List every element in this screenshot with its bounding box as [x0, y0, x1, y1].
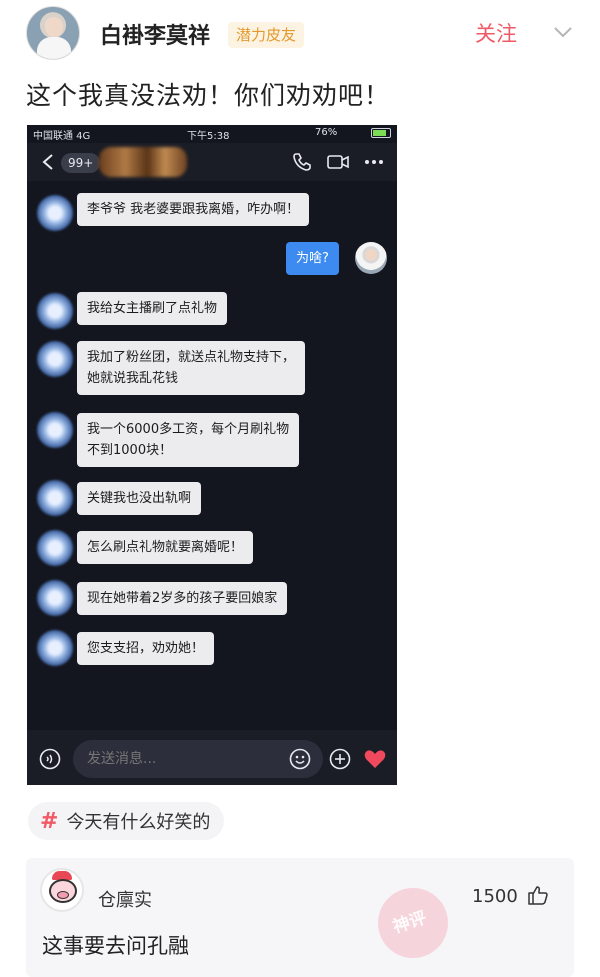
avatar-pig-snout: [57, 891, 69, 899]
message-bubble: 我一个6000多工资，每个月刷礼物 不到1000块！: [77, 413, 300, 467]
more-icon[interactable]: [364, 159, 384, 165]
plus-icon[interactable]: [329, 748, 351, 770]
back-icon[interactable]: [41, 153, 55, 171]
heart-icon[interactable]: [363, 748, 387, 770]
unread-badge: 99+: [61, 153, 101, 173]
post-text: 这个我真没法劝！你们劝劝吧！: [26, 81, 391, 110]
status-time: 下午5:38: [187, 131, 230, 142]
message-bubble: 我给女主播刷了点礼物: [77, 292, 228, 325]
hash-icon: #: [40, 808, 59, 834]
sender-avatar-blurred: [37, 293, 73, 329]
status-battery-text: 76%: [315, 127, 338, 138]
comment-text: 这事要去问孔融: [42, 934, 189, 958]
status-bar: 中国联通 4G 下午5:38 76%: [27, 125, 397, 142]
topic-tag[interactable]: # 今天有什么好笑的: [28, 802, 225, 840]
author-name[interactable]: 白褂李莫祥: [100, 18, 210, 50]
commenter-avatar[interactable]: [40, 868, 84, 912]
post-header: 白褂李莫祥 潜力皮友 关注: [0, 0, 600, 70]
sender-avatar-blurred: [37, 580, 73, 616]
avatar-body: [37, 37, 71, 59]
sender-avatar-blurred: [37, 530, 73, 566]
message-input[interactable]: [73, 740, 323, 778]
author-badge: 潜力皮友: [228, 22, 305, 48]
message-bubble: 我加了粉丝团，就送点礼物支持下， 她就说我乱花钱: [77, 341, 306, 395]
like-count: 1500: [472, 886, 518, 907]
phone-icon[interactable]: [293, 153, 311, 171]
sender-avatar-blurred: [37, 480, 73, 516]
sender-avatar-blurred: [37, 341, 73, 377]
topic-label: 今天有什么好笑的: [66, 812, 211, 833]
follow-button[interactable]: 关注: [475, 18, 517, 48]
emoji-icon[interactable]: [289, 748, 311, 770]
thumbs-up-icon[interactable]: [527, 884, 549, 906]
sender-avatar-blurred: [37, 195, 73, 231]
battery-icon: [371, 128, 391, 138]
message-bubble: 李爷爷 我老婆要跟我离婚，咋办啊！: [77, 193, 310, 226]
message-bubble: 关键我也没出轨啊: [77, 482, 202, 515]
avatar-face: [45, 17, 63, 37]
commenter-name[interactable]: 仓廪实: [98, 886, 152, 912]
sender-avatar-blurred: [37, 630, 73, 666]
video-icon[interactable]: [327, 154, 349, 170]
message-bubble: 您支支招，劝劝她！: [77, 632, 215, 665]
chat-input-bar: [27, 730, 397, 785]
contact-avatar-blurred: [99, 147, 187, 177]
top-comment-card[interactable]: 神评 仓廪实 1500 这事要去问孔融: [26, 858, 574, 977]
status-carrier: 中国联通 4G: [33, 131, 91, 142]
author-avatar[interactable]: [26, 6, 80, 60]
chat-top-bar: 99+: [27, 143, 397, 181]
sender-avatar-blurred: [37, 412, 73, 448]
message-bubble: 怎么刷点礼物就要离婚呢！: [77, 531, 254, 564]
voice-icon[interactable]: [39, 748, 61, 770]
self-avatar: [355, 242, 387, 274]
chevron-down-icon[interactable]: [553, 22, 573, 42]
message-bubble: 现在她带着2岁多的孩子要回娘家: [77, 582, 288, 615]
chat-screenshot[interactable]: 中国联通 4G 下午5:38 76% 99+ 李爷爷 我老婆要跟我离婚，咋办啊！…: [27, 125, 397, 785]
message-bubble-self: 为啥?: [286, 242, 339, 275]
